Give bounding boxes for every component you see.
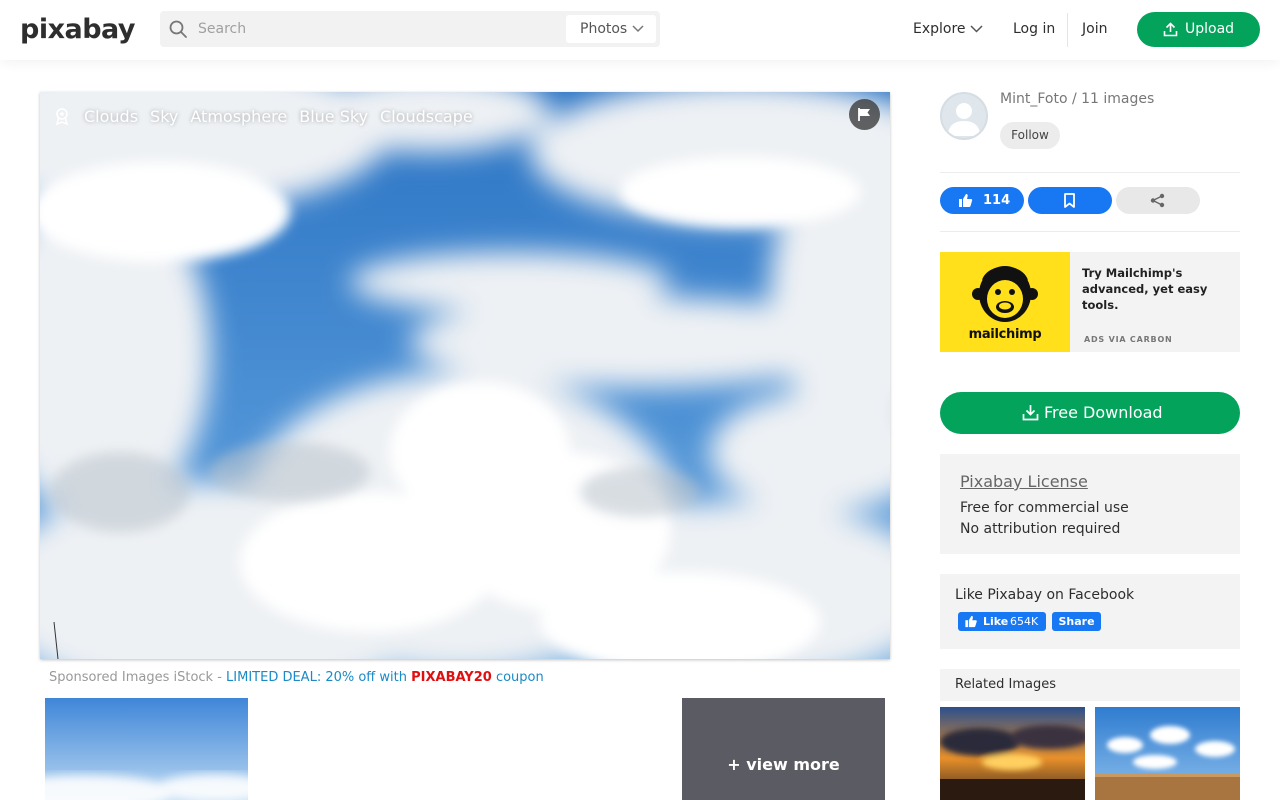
facebook-share-button[interactable]: Share	[1052, 612, 1101, 631]
nav-divider	[1067, 13, 1068, 47]
license-box: Pixabay License Free for commercial use …	[940, 454, 1240, 554]
report-button[interactable]	[849, 99, 880, 130]
ad-text[interactable]: Try Mailchimp's advanced, yet easy tools…	[1082, 265, 1234, 313]
save-button[interactable]	[1028, 187, 1112, 214]
free-download-button[interactable]: Free Download	[940, 392, 1240, 434]
related-images-header: Related Images	[940, 669, 1240, 701]
facebook-title: Like Pixabay on Facebook	[955, 587, 1135, 603]
tag-clouds[interactable]: Clouds	[84, 107, 138, 126]
search-bar: Photos	[160, 11, 660, 47]
media-type-label: Photos	[580, 21, 628, 37]
ad-via[interactable]: ADS VIA CARBON	[1084, 335, 1173, 344]
top-navigation-bar: pixabay Photos Explore Log in Join Uploa…	[0, 0, 1280, 60]
sponsored-banner: Sponsored Images iStock - LIMITED DEAL: …	[49, 670, 544, 685]
tag-atmosphere[interactable]: Atmosphere	[190, 107, 287, 126]
sunset-thumbnail	[940, 707, 1085, 800]
facebook-like-label: Like	[983, 615, 1009, 628]
tag-blue-sky[interactable]: Blue Sky	[299, 107, 368, 126]
facebook-like-button[interactable]: Like 654K	[958, 612, 1046, 631]
search-input[interactable]	[198, 11, 558, 47]
follow-button[interactable]: Follow	[1000, 122, 1060, 149]
media-type-select[interactable]: Photos	[566, 15, 656, 43]
divider	[940, 231, 1240, 232]
facebook-like-count: 654K	[1010, 615, 1039, 628]
carbon-ad[interactable]: mailchimp Try Mailchimp's advanced, yet …	[940, 252, 1240, 352]
user-info[interactable]: Mint_Foto / 11 images	[1000, 91, 1154, 107]
ad-brand: mailchimp	[968, 327, 1042, 342]
facebook-box: Like Pixabay on Facebook Like 654K Share	[940, 574, 1240, 649]
chevron-down-icon	[632, 25, 644, 33]
field-thumbnail	[1095, 707, 1240, 800]
coupon-code[interactable]: PIXABAY20	[411, 670, 492, 685]
like-button[interactable]: 114	[940, 187, 1024, 214]
license-commercial: Free for commercial use	[960, 500, 1129, 516]
thumbs-up-icon	[965, 615, 977, 628]
mailchimp-logo: mailchimp	[940, 252, 1070, 352]
download-icon	[1022, 405, 1039, 421]
sponsored-prefix[interactable]: Sponsored Images iStock -	[49, 670, 226, 685]
bookmark-icon	[1064, 193, 1075, 208]
sky-thumbnail	[45, 698, 248, 800]
main-photo[interactable]: Clouds Sky Atmosphere Blue Sky Cloudscap…	[40, 92, 890, 659]
like-count: 114	[983, 193, 1011, 208]
deal-suffix[interactable]: coupon	[492, 670, 544, 685]
nav-explore[interactable]: Explore	[913, 21, 966, 37]
user-avatar[interactable]	[940, 92, 988, 140]
upload-button[interactable]: Upload	[1137, 12, 1260, 47]
monkey-icon	[972, 266, 1038, 322]
nav-join[interactable]: Join	[1082, 21, 1107, 37]
share-button[interactable]	[1116, 187, 1200, 214]
related-image[interactable]	[1095, 707, 1240, 800]
license-link[interactable]: Pixabay License	[960, 472, 1088, 491]
related-images-title: Related Images	[955, 677, 1056, 692]
pixabay-logo[interactable]: pixabay	[20, 14, 136, 45]
chevron-down-icon[interactable]	[970, 25, 983, 33]
view-more-button[interactable]: + view more	[682, 698, 885, 800]
search-icon[interactable]	[168, 19, 188, 39]
tag-cloudscape[interactable]: Cloudscape	[380, 107, 473, 126]
share-icon	[1150, 193, 1165, 208]
user-icon	[948, 103, 980, 136]
badge-icon	[55, 108, 69, 126]
upload-label: Upload	[1185, 21, 1235, 37]
thumbs-up-icon	[959, 194, 973, 207]
cloud-sky-image	[40, 92, 890, 659]
deal-text[interactable]: LIMITED DEAL: 20% off with	[226, 670, 411, 685]
related-image[interactable]	[940, 707, 1085, 800]
divider	[940, 172, 1240, 173]
upload-icon	[1163, 22, 1178, 37]
flag-icon	[858, 108, 870, 121]
nav-login[interactable]: Log in	[1013, 21, 1055, 37]
tag-sky[interactable]: Sky	[150, 107, 178, 126]
download-label: Free Download	[1044, 403, 1163, 422]
tag-list: Clouds Sky Atmosphere Blue Sky Cloudscap…	[52, 106, 473, 126]
license-attribution: No attribution required	[960, 521, 1121, 537]
sponsored-image[interactable]	[45, 698, 248, 800]
